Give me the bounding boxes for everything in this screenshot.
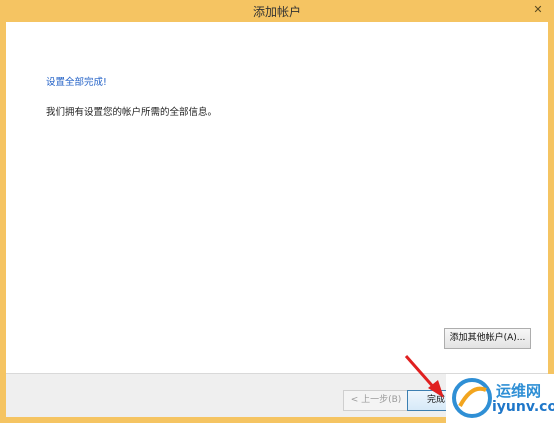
title-bar: 添加帐户 ✕ — [0, 0, 554, 22]
close-button[interactable]: ✕ — [528, 1, 548, 19]
watermark: 运维网 iyunv.com — [446, 374, 554, 423]
watermark-text-cn: 运维网 — [496, 382, 542, 400]
dialog-content: 设置全部完成! 我们拥有设置您的帐户所需的全部信息。 添加其他帐户(A)... — [6, 22, 548, 374]
watermark-logo-icon — [452, 378, 492, 418]
completion-heading: 设置全部完成! — [46, 77, 107, 88]
window-title: 添加帐户 — [252, 5, 301, 19]
add-other-account-button[interactable]: 添加其他帐户(A)... — [444, 328, 531, 349]
pointer-arrow-icon — [404, 355, 444, 398]
watermark-text-domain: iyunv.com — [492, 399, 554, 415]
completion-description: 我们拥有设置您的帐户所需的全部信息。 — [46, 107, 218, 118]
